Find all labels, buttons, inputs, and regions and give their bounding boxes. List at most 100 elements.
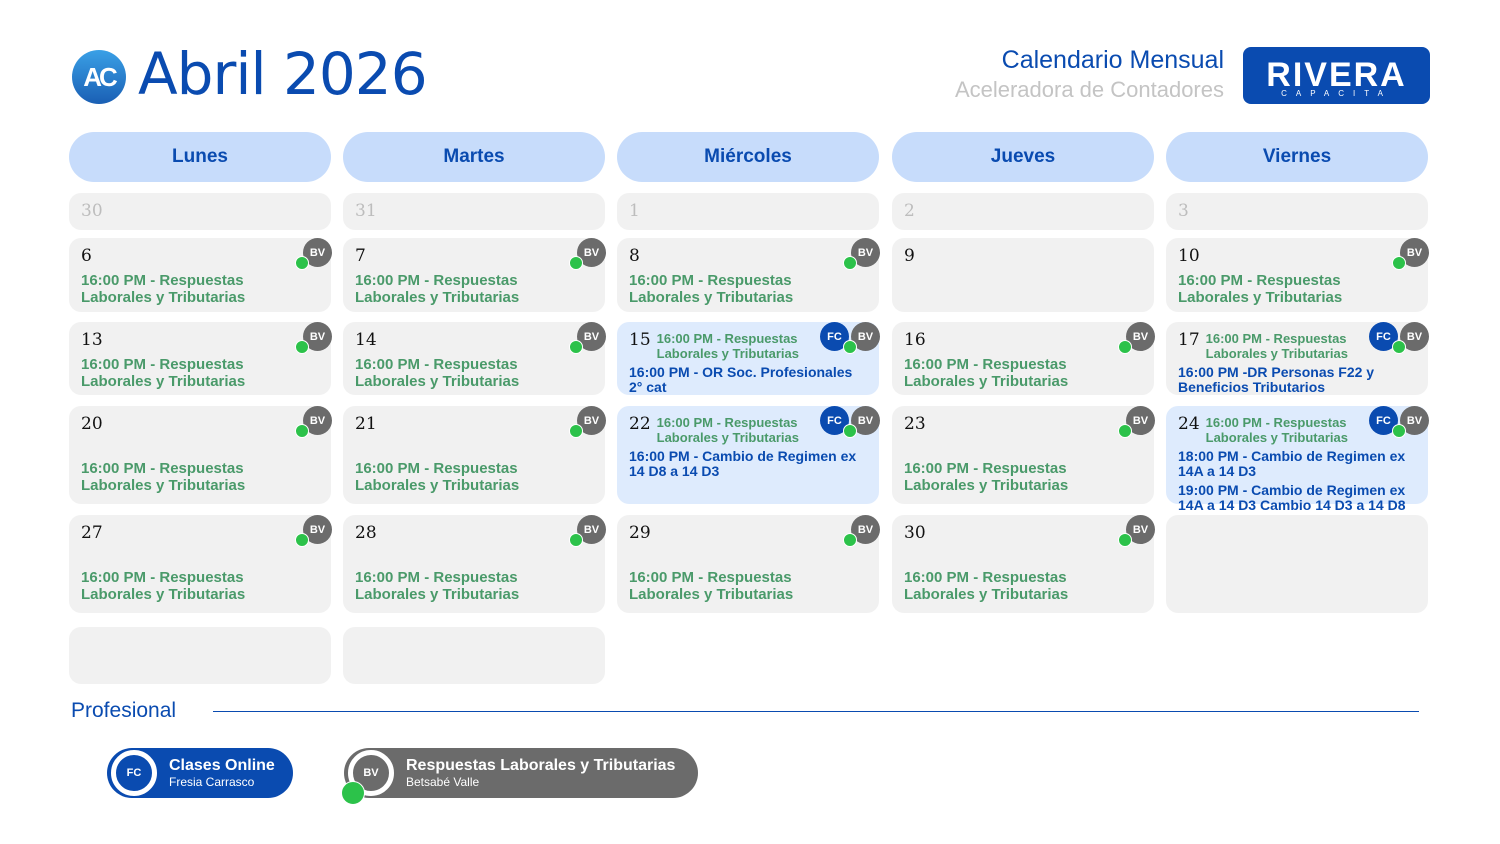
bv-host-badge: BV (843, 238, 880, 270)
day-cell[interactable]: 6 16:00 PM - Respuestas Laborales y Tribu… (69, 238, 332, 312)
divider (213, 711, 1419, 712)
day-cell[interactable]: 29 16:00 PM - Respuestas Laborales y Trib… (617, 515, 880, 613)
day-number: 17 (1178, 330, 1200, 350)
day-cell[interactable]: 15 16:00 PM - Respuestas Laborales y Trib… (617, 322, 880, 395)
day-cell[interactable] (343, 627, 605, 684)
event[interactable]: 16:00 PM - Respuestas Laborales y Tribut… (904, 356, 1089, 390)
day-number: 6 (81, 246, 92, 266)
day-cell[interactable]: 17 16:00 PM - Respuestas Laborales y Trib… (1166, 322, 1429, 395)
day-number: 29 (629, 523, 651, 543)
whatsapp-icon (295, 256, 309, 270)
bv-host-badge: BV (295, 515, 332, 547)
event[interactable]: 16:00 PM - Respuestas Laborales y Tribut… (355, 569, 540, 603)
day-number: 10 (1178, 246, 1200, 266)
fc-avatar: FC (111, 750, 157, 796)
bv-host-badge: BV (843, 406, 880, 438)
day-cell[interactable]: 30 16:00 PM - Respuestas Laborales y Trib… (892, 515, 1155, 613)
whatsapp-icon (1392, 340, 1406, 354)
event[interactable]: 16:00 PM - Cambio de Regimen ex 14 D8 a … (629, 449, 867, 479)
event[interactable]: 16:00 PM - Respuestas Laborales y Tribut… (657, 331, 822, 361)
bv-host-badge: BV (843, 515, 880, 547)
event[interactable]: 16:00 PM - Respuestas Laborales y Tribut… (81, 569, 266, 603)
event[interactable]: 16:00 PM - Respuestas Laborales y Tribut… (629, 569, 814, 603)
whatsapp-icon (295, 533, 309, 547)
day-cell[interactable]: 3 (1166, 193, 1428, 230)
event[interactable]: 16:00 PM - Respuestas Laborales y Tribut… (81, 460, 266, 494)
day-cell[interactable]: 24 16:00 PM - Respuestas Laborales y Trib… (1166, 406, 1429, 513)
host-badges: BV (1392, 238, 1429, 270)
day-cell[interactable]: 14 16:00 PM - Respuestas Laborales y Trib… (343, 322, 606, 395)
day-header: 8 (629, 246, 867, 266)
day-header: 2 (904, 201, 1142, 221)
day-cell[interactable]: 31 (343, 193, 605, 230)
day-header: 31 (355, 201, 593, 221)
event[interactable]: 16:00 PM - OR Soc. Profesionales 2° cat (629, 365, 867, 395)
host-badges: BV (569, 515, 606, 547)
host-badges: BV (1118, 515, 1155, 547)
legend-person: Fresia Carrasco (169, 775, 255, 789)
day-number: 2 (904, 201, 915, 221)
bv-host-badge: BV (1392, 238, 1429, 270)
whatsapp-icon (843, 533, 857, 547)
event[interactable]: 16:00 PM - Respuestas Laborales y Tribut… (904, 569, 1089, 603)
day-cell[interactable]: 7 16:00 PM - Respuestas Laborales y Tribu… (343, 238, 606, 312)
bv-host-badge: BV (1118, 406, 1155, 438)
day-number: 14 (355, 330, 377, 350)
day-cell[interactable]: 20 16:00 PM - Respuestas Laborales y Trib… (69, 406, 332, 504)
day-cell[interactable]: 22 16:00 PM - Respuestas Laborales y Trib… (617, 406, 880, 504)
day-cell[interactable]: 10 16:00 PM - Respuestas Laborales y Trib… (1166, 238, 1429, 312)
day-number: 28 (355, 523, 377, 543)
event[interactable]: 16:00 PM - Respuestas Laborales y Tribut… (629, 272, 814, 306)
bv-host-badge: BV (569, 238, 606, 270)
whatsapp-icon (1118, 533, 1132, 547)
bv-host-badge: BV (843, 322, 880, 354)
whatsapp-icon (341, 781, 365, 805)
event[interactable]: 19:00 PM - Cambio de Regimen ex 14A a 14… (1178, 483, 1416, 513)
event[interactable]: 16:00 PM - Respuestas Laborales y Tribut… (355, 356, 540, 390)
day-cell[interactable]: 28 16:00 PM - Respuestas Laborales y Trib… (343, 515, 606, 613)
day-cell[interactable] (1166, 515, 1428, 613)
day-cell[interactable]: 27 16:00 PM - Respuestas Laborales y Trib… (69, 515, 332, 613)
weekday-header: Lunes (69, 132, 331, 182)
day-number: 31 (355, 201, 377, 221)
day-number: 8 (629, 246, 640, 266)
day-number: 30 (81, 201, 103, 221)
weekday-header: Jueves (892, 132, 1154, 182)
legend-person: Betsabé Valle (406, 775, 480, 789)
day-cell[interactable]: 30 (69, 193, 331, 230)
event[interactable]: 16:00 PM - Respuestas Laborales y Tribut… (1206, 415, 1371, 445)
day-header: 6 (81, 246, 319, 266)
bv-host-badge: BV (569, 406, 606, 438)
day-cell[interactable]: 8 16:00 PM - Respuestas Laborales y Tribu… (617, 238, 880, 312)
event[interactable]: 16:00 PM - Respuestas Laborales y Tribut… (355, 460, 540, 494)
day-cell[interactable] (69, 627, 331, 684)
day-cell[interactable]: 21 16:00 PM - Respuestas Laborales y Trib… (343, 406, 606, 504)
event[interactable]: 18:00 PM - Cambio de Regimen ex 14A a 14… (1178, 449, 1416, 479)
event[interactable]: 16:00 PM -DR Personas F22 y Beneficios T… (1178, 365, 1416, 395)
host-badges: BV (295, 515, 332, 547)
bv-host-badge: BV (1118, 322, 1155, 354)
whatsapp-icon (569, 256, 583, 270)
day-cell[interactable]: 13 16:00 PM - Respuestas Laborales y Trib… (69, 322, 332, 395)
day-header: 14 (355, 330, 593, 350)
event[interactable]: 16:00 PM - Respuestas Laborales y Tribut… (1178, 272, 1363, 306)
event[interactable]: 16:00 PM - Respuestas Laborales y Tribut… (81, 356, 266, 390)
event[interactable]: 16:00 PM - Respuestas Laborales y Tribut… (657, 415, 822, 445)
host-badges: FC BV (1369, 322, 1429, 354)
event[interactable]: 16:00 PM - Respuestas Laborales y Tribut… (355, 272, 540, 306)
day-cell[interactable]: 1 (617, 193, 879, 230)
rivera-logo: RIVERA CAPACITA (1243, 47, 1430, 104)
event[interactable]: 16:00 PM - Respuestas Laborales y Tribut… (904, 460, 1089, 494)
page-title: Abril 2026 (138, 40, 428, 108)
day-cell[interactable]: 2 (892, 193, 1154, 230)
day-cell[interactable]: 9 (892, 238, 1154, 312)
day-cell[interactable]: 23 16:00 PM - Respuestas Laborales y Trib… (892, 406, 1155, 504)
legend-title: Clases Online (169, 757, 275, 774)
day-number: 3 (1178, 201, 1189, 221)
day-cell[interactable]: 16 16:00 PM - Respuestas Laborales y Trib… (892, 322, 1155, 395)
event[interactable]: 16:00 PM - Respuestas Laborales y Tribut… (1206, 331, 1371, 361)
event[interactable]: 16:00 PM - Respuestas Laborales y Tribut… (81, 272, 266, 306)
